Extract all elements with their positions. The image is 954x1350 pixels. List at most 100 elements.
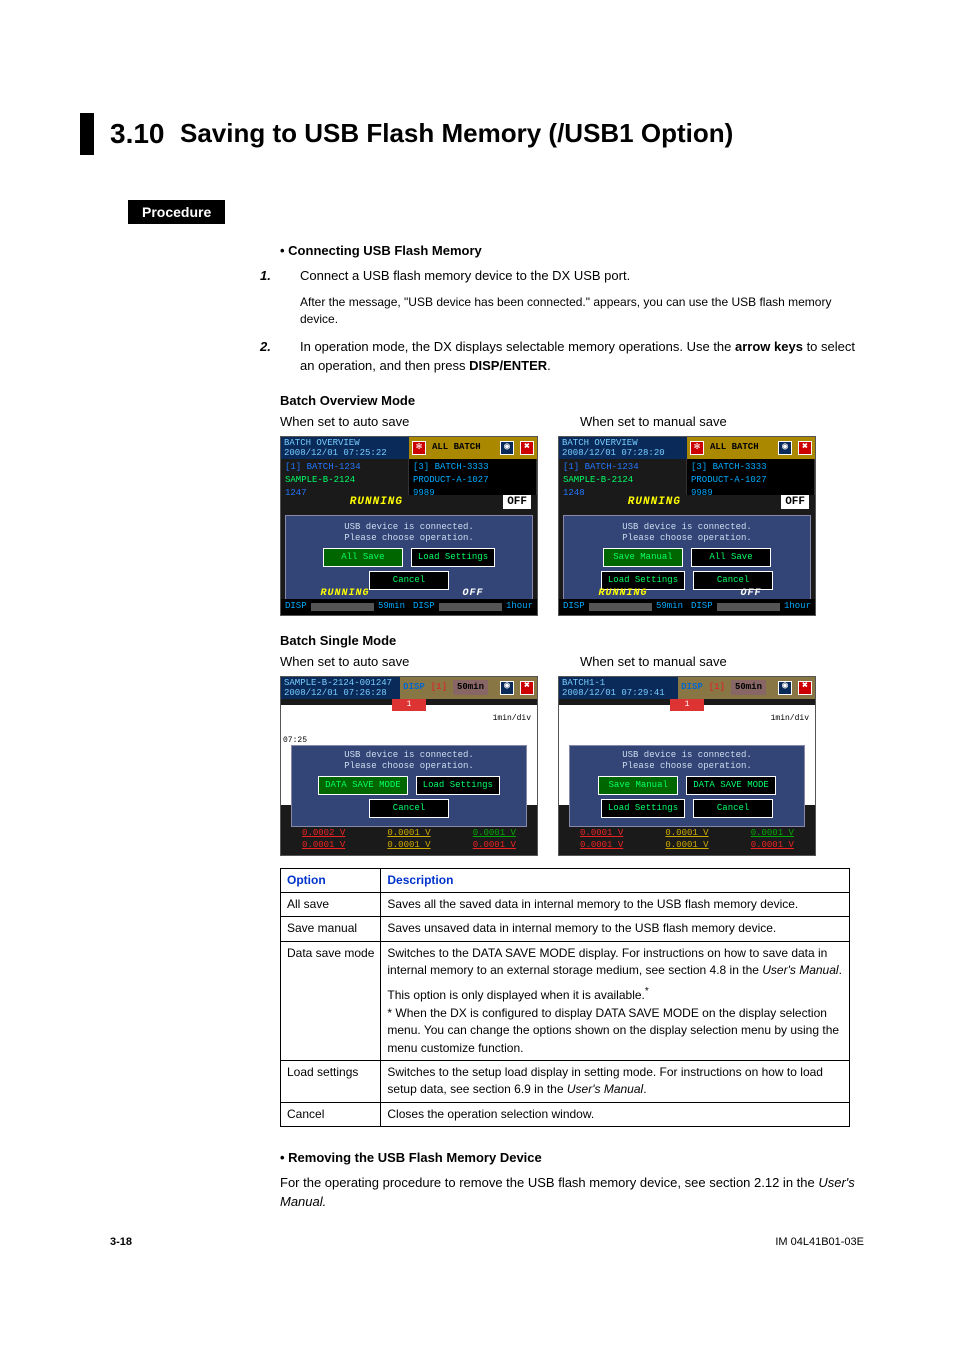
trend-tab: 1 [670,699,704,711]
table-row: Save manual Saves unsaved data in intern… [281,917,850,941]
record-icon: ◉ [500,441,514,455]
step-2-text-e: . [547,358,551,373]
msg2: Please choose operation. [344,761,474,771]
step-2-text-a: In operation mode, the DX displays selec… [300,339,735,354]
procedure-heading: Procedure [128,200,225,224]
off-1: OFF [503,495,531,509]
msg2: Please choose operation. [344,533,474,543]
stop-icon: ✖ [520,441,534,455]
step-2-disp: DISP/ENTER [469,358,547,373]
step-1: 1.Connect a USB flash memory device to t… [280,267,864,286]
opt-save-manual: Save manual [281,917,381,941]
record-icon: ◉ [500,681,514,695]
axis-lbl: 1min/div [771,713,809,725]
btn-cancel[interactable]: Cancel [369,799,449,818]
page-number: 3-18 [110,1236,132,1248]
scr-title: SAMPLE-B-2124-001247 [284,678,392,688]
section-marker [80,113,94,155]
val-b-1: 0.0001 V [366,839,451,852]
msg1: USB device is connected. [622,522,752,532]
scr-title: BATCH OVERVIEW [562,438,638,448]
off-1: OFF [781,495,809,509]
val-b-0: 0.0001 V [559,839,644,852]
opt-load-settings: Load settings [281,1061,381,1103]
f-disp-l: DISP [563,600,585,613]
scr-title: BATCH1-1 [562,678,605,688]
batch-overview-heading: Batch Overview Mode [280,392,864,411]
opt-save-manual-desc: Saves unsaved data in internal memory to… [381,917,850,941]
batch-single-heading: Batch Single Mode [280,632,864,651]
scr-ts: 2008/12/01 07:25:22 [284,448,387,458]
runbar-l: RUNNING [559,587,687,599]
record-icon: ◉ [778,441,792,455]
section-number: 3.10 [110,118,165,150]
col1-a: SAMPLE-B-2124 [563,474,682,487]
btn-load-settings[interactable]: Load Settings [411,548,495,567]
btn-all-save[interactable]: All Save [323,548,403,567]
msg1: USB device is connected. [622,750,752,760]
f-t2: 1hour [784,600,811,613]
overview-auto-caption: When set to auto save [280,413,560,432]
overview-manual-caption: When set to manual save [580,413,860,432]
axis-lbl: 1min/div [493,713,531,725]
col2-h: [3] BATCH-3333 [691,461,810,474]
opt-cancel-desc: Closes the operation selection window. [381,1102,850,1126]
step-1-sub: After the message, "USB device has been … [300,294,864,329]
stop-icon: ✖ [798,681,812,695]
th-desc: Description [381,868,850,892]
scr-banner: ALL BATCH [432,441,494,454]
table-row: All save Saves all the saved data in int… [281,892,850,916]
msg1: USB device is connected. [344,522,474,532]
rate-lbl: 50min [453,680,488,695]
runbar-l: RUNNING [281,587,409,599]
btn-cancel[interactable]: Cancel [693,799,773,818]
col2-h: [3] BATCH-3333 [413,461,532,474]
options-table: Option Description All save Saves all th… [280,868,850,1128]
single-auto-caption: When set to auto save [280,653,560,672]
overview-manual-screenshot: BATCH OVERVIEW2008/12/01 07:28:20 ✻ALL B… [558,436,816,616]
f-t2: 1hour [506,600,533,613]
record-icon: ◉ [778,681,792,695]
single-auto-screenshot: SAMPLE-B-2124-0012472008/12/01 07:26:28 … [280,676,538,856]
btn-all-save[interactable]: All Save [691,548,771,567]
th-option: Option [281,868,381,892]
f-t1: 59min [656,600,683,613]
btn-save-manual[interactable]: Save Manual [603,548,683,567]
msg2: Please choose operation. [622,761,752,771]
btn-save-manual[interactable]: Save Manual [598,776,678,795]
alarm-icon: ✻ [412,441,426,455]
scr-ts: 2008/12/01 07:28:20 [562,448,665,458]
opt-all-save: All save [281,892,381,916]
col1-h: [1] BATCH-1234 [563,461,682,474]
btn-load-settings[interactable]: Load Settings [601,799,685,818]
running-1: RUNNING [281,495,409,513]
rate-lbl: 50min [731,680,766,695]
alarm-icon: ✻ [690,441,704,455]
runbar-r: OFF [687,587,815,599]
step-2-arrow: arrow keys [735,339,803,354]
trend-tab: 1 [392,699,426,711]
msg2: Please choose operation. [622,533,752,543]
stop-icon: ✖ [798,441,812,455]
tab-lbl: [1] [431,681,447,694]
btn-data-save-mode[interactable]: DATA SAVE MODE [318,776,408,795]
removing-heading: Removing the USB Flash Memory Device [280,1149,864,1168]
doc-id: IM 04L41B01-03E [775,1236,864,1248]
single-manual-screenshot: BATCH1-12008/12/01 07:29:41 DISP[1]50min… [558,676,816,856]
opt-data-save-mode-desc: Switches to the DATA SAVE MODE display. … [381,941,850,1060]
btn-data-save-mode[interactable]: DATA SAVE MODE [686,776,776,795]
col1-a: SAMPLE-B-2124 [285,474,404,487]
table-row: Data save mode Switches to the DATA SAVE… [281,941,850,1060]
col2-a: PRODUCT-A-1027 [691,474,810,487]
val-b-2: 0.0001 V [452,839,537,852]
btn-load-settings[interactable]: Load Settings [416,776,500,795]
disp-pill: DISP [681,681,703,694]
f-disp-r: DISP [413,600,435,613]
val-b-2: 0.0001 V [730,839,815,852]
single-manual-caption: When set to manual save [580,653,860,672]
table-row: Load settings Switches to the setup load… [281,1061,850,1103]
popup: USB device is connected.Please choose op… [291,745,527,827]
runbar-r: OFF [409,587,537,599]
step-2: 2.In operation mode, the DX displays sel… [280,338,864,376]
msg1: USB device is connected. [344,750,474,760]
